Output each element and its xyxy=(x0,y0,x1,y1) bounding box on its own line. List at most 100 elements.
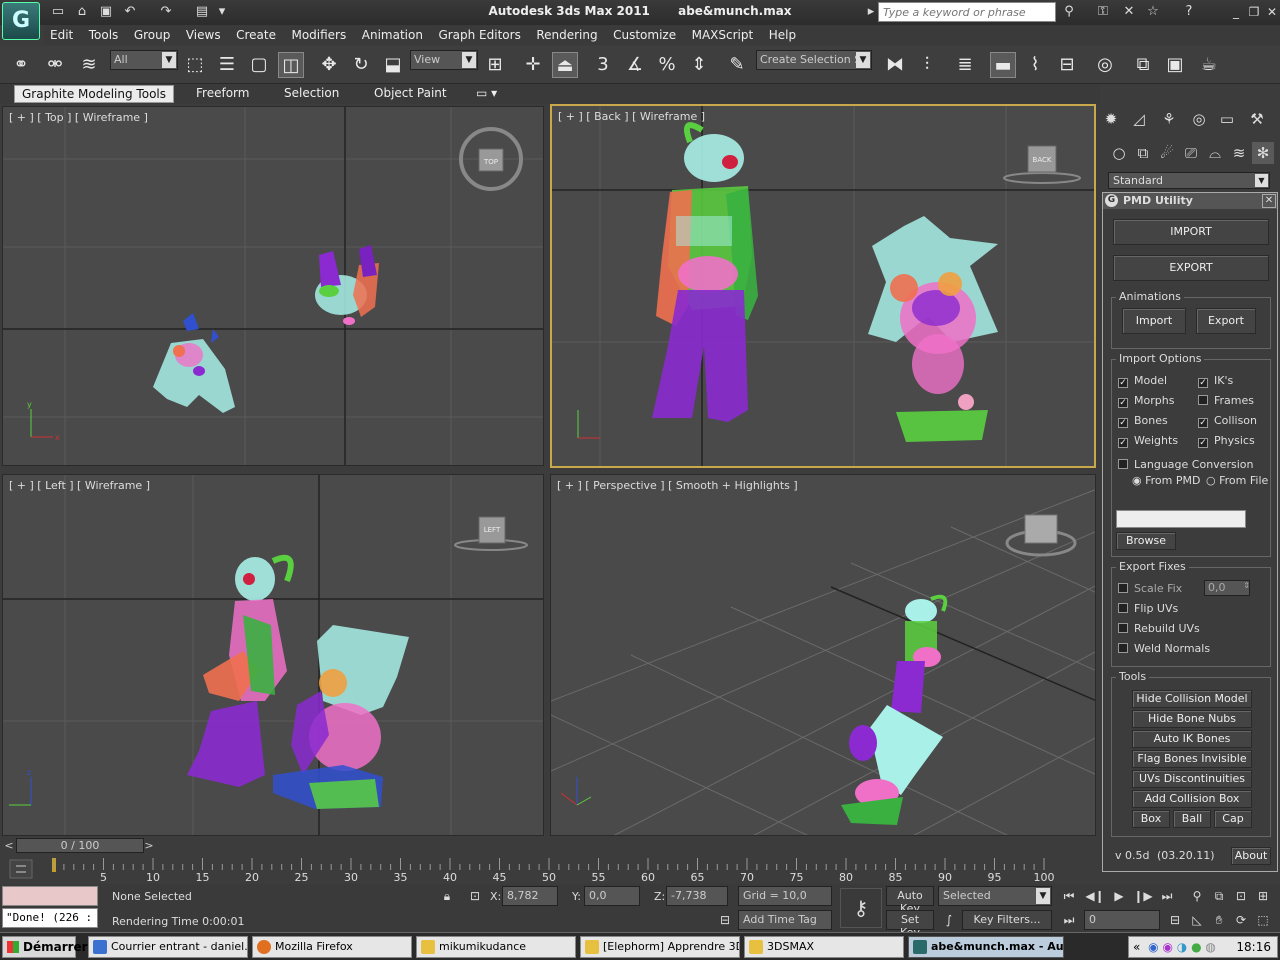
play-icon[interactable]: ▶ xyxy=(1108,886,1130,906)
viewport-perspective[interactable]: [ + ] [ Perspective ] [ Smooth + Highlig… xyxy=(550,474,1096,836)
select-manipulate-icon[interactable]: ✛ xyxy=(520,52,546,78)
task-mail[interactable]: Courrier entrant - daniel.lar... xyxy=(88,936,248,958)
new-file-icon[interactable]: ▭ xyxy=(50,4,66,20)
binoculars-icon[interactable]: ⚲ xyxy=(1060,3,1078,21)
next-frame-icon[interactable]: ❙▶ xyxy=(1132,886,1154,906)
menu-maxscript[interactable]: MAXScript xyxy=(686,25,760,45)
app-menu-button[interactable]: G xyxy=(2,2,40,40)
time-slider-prev-button[interactable]: < xyxy=(2,838,16,853)
zoom-extents-all-icon[interactable]: ⊞ xyxy=(1252,886,1274,906)
menu-views[interactable]: Views xyxy=(180,25,227,45)
pivot-center-icon[interactable]: ⊞ xyxy=(482,52,508,78)
abe-model-top[interactable] xyxy=(315,245,379,325)
task-firefox[interactable]: Mozilla Firefox xyxy=(252,936,412,958)
star-icon[interactable]: ☆ xyxy=(1144,3,1162,21)
time-configuration-icon[interactable]: ⊟ xyxy=(1164,910,1186,930)
graphite-toggle-icon[interactable]: ▬ xyxy=(990,52,1016,78)
select-by-name-icon[interactable]: ☰ xyxy=(214,52,240,78)
go-to-start-icon[interactable]: ⏮ xyxy=(1058,886,1080,906)
task-folder-elephorm[interactable]: [Elephorm] Apprendre 3D ... xyxy=(580,936,740,958)
time-slider-next-button[interactable]: > xyxy=(142,838,156,853)
viewport-top-label[interactable]: [ + ] [ Top ] [ Wireframe ] xyxy=(9,111,148,124)
helpers-icon[interactable]: ⌓ xyxy=(1204,142,1226,164)
file-path-input[interactable] xyxy=(1116,510,1246,528)
menu-customize[interactable]: Customize xyxy=(607,25,682,45)
select-object-icon[interactable]: ⬚ xyxy=(182,52,208,78)
hide-collision-model-button[interactable]: Hide Collision Model xyxy=(1132,690,1252,708)
category-dropdown[interactable]: Standard ▼ xyxy=(1108,172,1270,189)
back-viewcube[interactable]: BACK xyxy=(1003,145,1081,184)
time-slider-thumb[interactable]: 0 / 100 xyxy=(16,838,144,853)
cap-button[interactable]: Cap xyxy=(1214,810,1252,828)
systems-icon[interactable]: ✻ xyxy=(1252,142,1274,164)
abe-model-left[interactable] xyxy=(187,554,294,787)
go-to-end-icon[interactable]: ⏭ xyxy=(1156,886,1178,906)
edit-named-selection-icon[interactable]: ✎ xyxy=(724,52,750,78)
script-output[interactable]: "Done! (226 : xyxy=(2,908,98,928)
flag-bones-invisible-button[interactable]: Flag Bones Invisible xyxy=(1132,750,1252,768)
shapes-icon[interactable]: ⧉ xyxy=(1132,142,1154,164)
frames-checkbox[interactable]: Frames xyxy=(1198,394,1254,407)
link-icon[interactable]: ⚭ xyxy=(8,52,34,78)
tray-expand-icon[interactable]: « xyxy=(1133,940,1140,954)
help-icon[interactable]: ? xyxy=(1180,3,1198,21)
menu-group[interactable]: Group xyxy=(128,25,177,45)
tab-object-paint[interactable]: Object Paint xyxy=(368,85,453,103)
ribbon-options-icon[interactable]: ▭ ▾ xyxy=(470,85,503,103)
motion-panel-icon[interactable]: ◎ xyxy=(1188,108,1210,130)
rectangular-selection-icon[interactable]: ▢ xyxy=(246,52,272,78)
layer-manager-icon[interactable]: ≣ xyxy=(952,52,978,78)
munch-model-top[interactable] xyxy=(153,313,235,413)
ball-button[interactable]: Ball xyxy=(1173,810,1211,828)
geometry-icon[interactable]: ○ xyxy=(1108,142,1130,164)
pan-icon[interactable]: ✋︎ xyxy=(1208,910,1230,930)
schematic-view-icon[interactable]: ⊟ xyxy=(1054,52,1080,78)
lights-icon[interactable]: ☄ xyxy=(1156,142,1178,164)
default-in-out-tangents-icon[interactable]: ∫ xyxy=(938,910,960,930)
field-of-view-icon[interactable]: ◺ xyxy=(1186,910,1208,930)
track-bar[interactable]: 5 10 15 20 25 30 35 40 45 50 55 60 65 70 75 80 85 90 95 100 xyxy=(0,856,1100,884)
bind-space-warp-icon[interactable]: ≋ xyxy=(76,52,102,78)
hide-bone-nubs-button[interactable]: Hide Bone Nubs xyxy=(1132,710,1252,728)
menu-graph-editors[interactable]: Graph Editors xyxy=(432,25,526,45)
viewport-back[interactable]: [ + ] [ Back ] [ Wireframe ] BACK xyxy=(550,104,1096,468)
volume-tray-icon[interactable]: ◑ xyxy=(1177,940,1187,954)
tab-graphite-modeling-tools[interactable]: Graphite Modeling Tools xyxy=(14,85,174,103)
antivirus-tray-icon[interactable]: ● xyxy=(1191,940,1201,954)
x-coordinate-field[interactable]: 8,782 xyxy=(502,886,558,906)
menu-animation[interactable]: Animation xyxy=(356,25,429,45)
viewport-perspective-label[interactable]: [ + ] [ Perspective ] [ Smooth + Highlig… xyxy=(557,479,798,492)
zoom-extents-icon[interactable]: ⊡ xyxy=(1230,886,1252,906)
render-teapot-icon[interactable]: ☕ xyxy=(1196,52,1222,78)
y-coordinate-field[interactable]: 0,0 xyxy=(584,886,640,906)
viewport-back-label[interactable]: [ + ] [ Back ] [ Wireframe ] xyxy=(558,110,705,123)
selection-filter-dropdown[interactable]: All ▼ xyxy=(110,50,178,70)
project-folder-icon[interactable]: ▤ xyxy=(194,4,210,20)
previous-frame-icon[interactable]: ◀❙ xyxy=(1084,886,1106,906)
spinner-snap-icon[interactable]: ⇕ xyxy=(686,52,712,78)
restore-icon[interactable]: ❐ xyxy=(1246,4,1262,20)
key-icon[interactable]: ⚿ xyxy=(1094,3,1112,21)
angle-snap-icon[interactable]: ∡ xyxy=(622,52,648,78)
close-icon[interactable]: ✕ xyxy=(1264,4,1280,20)
perspective-viewcube[interactable] xyxy=(1005,514,1077,557)
task-folder-3dsmax[interactable]: 3DSMAX xyxy=(744,936,904,958)
rendered-frame-window-icon[interactable]: ▣ xyxy=(1162,52,1188,78)
snap-toggle-icon[interactable]: 3 xyxy=(590,52,616,78)
animation-export-button[interactable]: Export xyxy=(1196,308,1256,334)
key-filters-button[interactable]: Key Filters... xyxy=(962,910,1052,930)
keyboard-shortcut-override-icon[interactable]: ⏏ xyxy=(552,52,578,78)
menu-help[interactable]: Help xyxy=(763,25,802,45)
search-input[interactable] xyxy=(878,2,1056,22)
mirror-icon[interactable]: ⧓ xyxy=(882,52,908,78)
about-button[interactable]: About xyxy=(1231,847,1271,865)
from-file-radio[interactable]: ○ From File xyxy=(1206,474,1268,487)
curve-editor-icon[interactable]: ⌇ xyxy=(1022,52,1048,78)
menu-edit[interactable]: Edit xyxy=(44,25,79,45)
messenger-tray-icon[interactable]: ◉ xyxy=(1162,940,1172,954)
set-key-button[interactable]: Set Key xyxy=(886,910,934,939)
add-collision-box-button[interactable]: Add Collision Box xyxy=(1132,790,1252,808)
bones-checkbox[interactable]: ✓ Bones xyxy=(1118,414,1168,428)
mini-curve-editor-icon[interactable] xyxy=(9,859,33,879)
utilities-panel-icon[interactable]: ⚒ xyxy=(1246,108,1268,130)
